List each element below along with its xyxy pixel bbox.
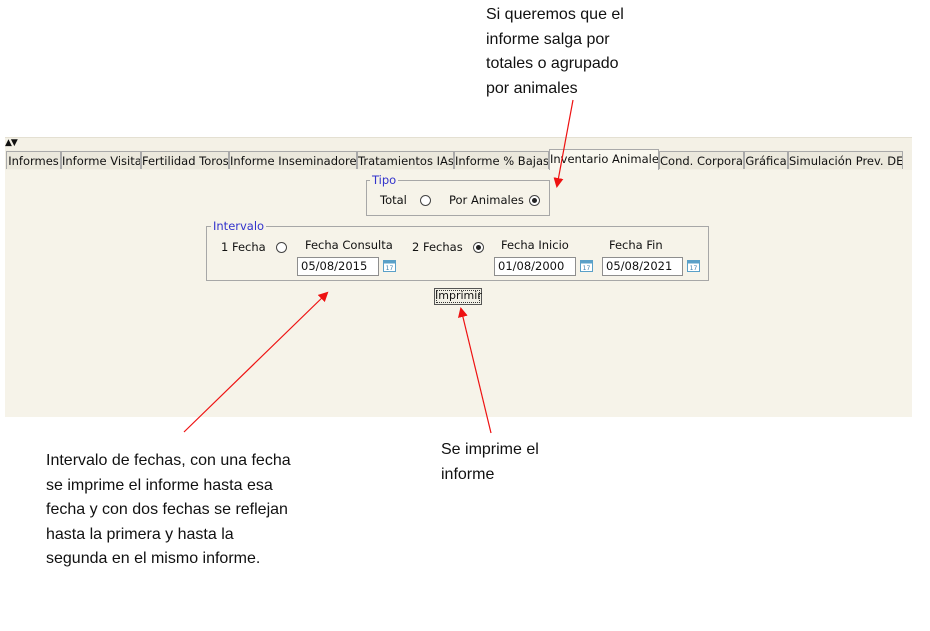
tipo-arrow <box>553 99 574 188</box>
imprimir-arrow <box>458 307 492 434</box>
callout-arrows <box>183 99 574 434</box>
intervalo-arrow <box>183 291 329 433</box>
